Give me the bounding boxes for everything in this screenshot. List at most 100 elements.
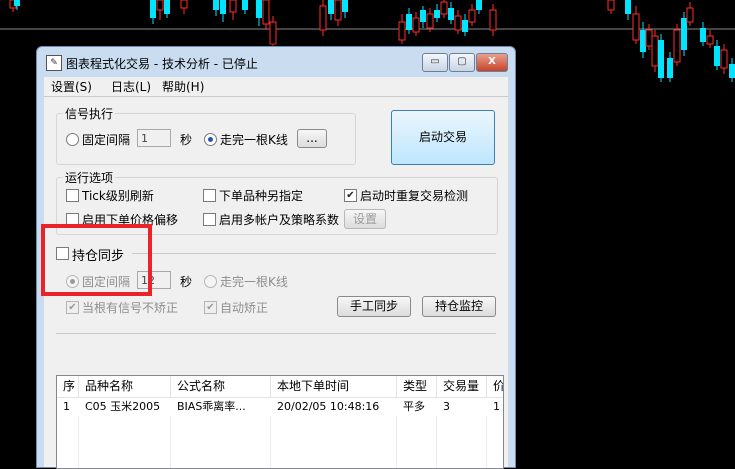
column-divider [486,416,487,468]
candlestick [729,58,735,82]
row-volume: 3 [443,400,450,413]
multi-account-checkbox[interactable] [203,213,216,226]
seconds-label: 秒 [180,133,193,147]
candlestick [334,0,342,26]
candlestick [164,0,170,18]
sync-kline-label: 走完一根K线 [220,275,288,289]
column-header-price[interactable]: 价 [487,376,503,397]
candlestick [632,6,640,44]
orders-table[interactable]: 序 品种名称 公式名称 本地下单时间 类型 交易量 价 1 C05 玉米2005… [56,375,504,469]
restart-recheck-checkbox[interactable]: ✔ [344,189,357,202]
candlestick [440,0,448,18]
column-divider [170,416,171,468]
window-title: 图表程式化交易 - 技术分析 - 已停止 [66,57,258,71]
fixed-interval-label: 固定间隔 [82,133,131,147]
position-monitor-button[interactable]: 持仓监控 [422,296,496,317]
row-order-time: 20/02/05 10:48:16 [277,400,380,413]
column-header-formula[interactable]: 公式名称 [171,376,271,397]
signal-group-label: 信号执行 [63,105,116,122]
position-sync-separator [132,253,496,254]
menu-bar: 设置(S) 日志(L) 帮助(H) [44,77,508,95]
menu-help[interactable]: 帮助(H) [162,78,204,95]
row-symbol: C05 玉米2005 [85,400,161,413]
column-header-type[interactable]: 类型 [397,376,437,397]
no-correct-checkbox[interactable]: ✔ [66,301,79,314]
candlestick [420,6,426,28]
candlestick [640,22,646,58]
candlestick [229,0,237,20]
candlestick [448,2,454,24]
candlestick [476,0,482,14]
candlestick [489,4,497,36]
candlestick [342,0,348,18]
no-correct-label: 当根有信号不矫正 [82,301,179,315]
candlestick [658,34,664,82]
row-index: 1 [63,400,70,413]
candlestick [468,4,476,26]
column-divider [436,416,437,468]
start-trading-button[interactable]: 启动交易 [391,110,495,165]
row-price: 1 [493,400,500,413]
kline-radio[interactable] [204,133,217,146]
row-formula: BIAS乖离率... [177,400,246,413]
candlestick [328,0,334,20]
candlestick [607,0,615,14]
fixed-interval-radio[interactable] [66,133,79,146]
menu-log[interactable]: 日志(L) [111,78,151,95]
candlestick [269,16,277,48]
minimize-button[interactable]: ▭ [422,53,448,72]
column-divider [270,416,271,468]
close-button[interactable]: X [476,53,508,72]
candlestick [686,2,694,26]
candlestick [150,0,156,24]
column-header-order-time[interactable]: 本地下单时间 [271,376,397,397]
column-divider [78,416,79,468]
row-type: 平多 [403,400,425,413]
column-divider [396,416,397,468]
tick-refresh-label: Tick级别刷新 [82,189,154,203]
sync-kline-radio[interactable] [204,275,217,288]
sync-seconds-label: 秒 [180,275,193,289]
candlestick [412,12,420,36]
candlestick [319,0,327,36]
tick-refresh-checkbox[interactable] [66,189,79,202]
table-separator [56,333,496,334]
auto-correct-label: 自动矫正 [220,301,269,315]
multi-account-settings-button[interactable]: 设置 [344,209,386,229]
more-button[interactable]: ... [297,129,327,148]
candlestick [213,0,219,16]
candlestick [426,8,434,32]
candlestick [462,14,468,36]
order-other-symbol-checkbox[interactable] [203,189,216,202]
column-header-volume[interactable]: 交易量 [437,376,487,397]
candlestick [700,22,706,46]
candlestick [434,4,440,22]
run-options-label: 运行选项 [63,169,116,186]
manual-sync-button[interactable]: 手工同步 [337,296,411,317]
menu-settings[interactable]: 设置(S) [51,78,92,95]
candlestick [256,0,262,26]
candlestick [667,52,673,82]
candlestick [454,10,462,34]
multi-account-label: 启用多帐户及策略系数 [219,213,340,227]
candlestick [625,0,631,20]
maximize-button[interactable]: ▢ [449,53,475,72]
candlestick [645,24,653,50]
title-bar[interactable]: ✎ 图表程式化交易 - 技术分析 - 已停止 ▭ ▢ X [37,47,515,77]
order-other-symbol-label: 下单品种另指定 [219,189,304,203]
highlight-box [41,224,152,296]
auto-correct-checkbox[interactable]: ✔ [204,301,217,314]
candlestick [180,0,188,14]
column-header-index[interactable]: 序 [57,376,79,397]
menu-separator [44,96,508,97]
restart-recheck-label: 启动时重复交易检测 [360,189,469,203]
candlestick [220,0,226,22]
interval-input[interactable]: 1 [137,129,171,147]
candlestick [673,24,681,66]
candlestick [706,30,714,48]
candlestick [720,44,728,74]
candlestick [398,14,406,44]
candlestick [262,0,270,30]
column-header-symbol[interactable]: 品种名称 [79,376,171,397]
kline-label: 走完一根K线 [220,133,288,147]
